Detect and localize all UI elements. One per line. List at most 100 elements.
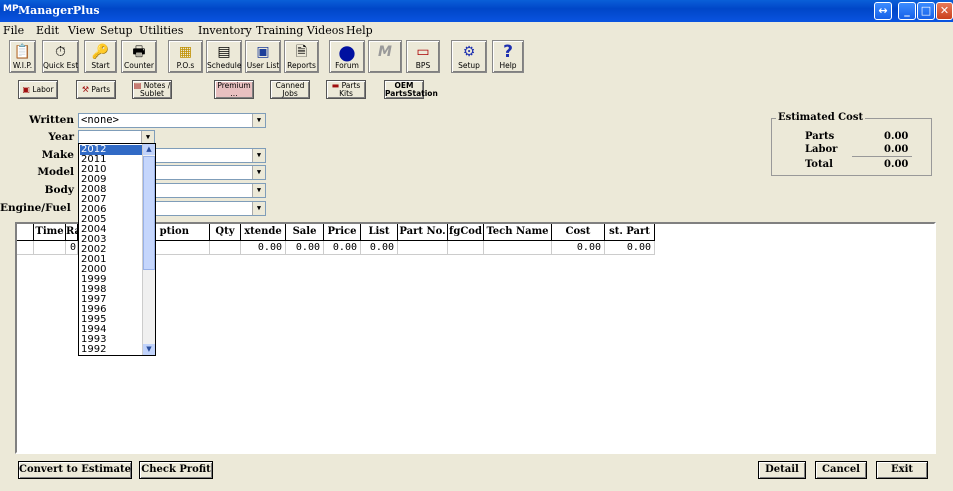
labor-cost-value: 0.00 (884, 144, 909, 155)
chevron-up-icon[interactable]: ▲ (143, 144, 155, 155)
convert-to-estimate-button[interactable]: Convert to Estimate (18, 461, 132, 479)
table-cell[interactable] (484, 241, 552, 255)
grid-header-est-part[interactable]: st. Part (605, 224, 655, 241)
cancel-button[interactable]: Cancel (815, 461, 867, 479)
mp-logo-button[interactable]: M (368, 40, 402, 73)
chevron-down-icon[interactable]: ▼ (252, 114, 265, 127)
grid-header-mfg-code[interactable]: fgCod (448, 224, 484, 241)
app-icon: MP (3, 4, 19, 14)
bps-button[interactable]: ▭ BPS (406, 40, 440, 73)
counter-icon: 🖶 (132, 44, 146, 60)
schedule-button[interactable]: ▤ Schedule (206, 40, 242, 73)
year-list-scrollbar[interactable]: ▲ ▼ (142, 144, 155, 355)
table-cell[interactable]: 0.00 (361, 241, 398, 255)
table-cell[interactable]: 0.00 (552, 241, 605, 255)
chevron-down-icon[interactable]: ▼ (252, 149, 265, 162)
chevron-down-icon[interactable]: ▼ (252, 202, 265, 215)
title-bar: MP ManagerPlus ↔ _ □ ✕ (0, 0, 953, 22)
user-list-button[interactable]: ▣ User List (245, 40, 281, 73)
quick-est-button[interactable]: ⏱ Quick Est (42, 40, 79, 73)
menu-training-videos[interactable]: Training Videos (256, 24, 344, 37)
written-select[interactable]: <none> ▼ (78, 113, 266, 128)
menu-bar: File Edit View Setup Utilities Inventory… (0, 22, 953, 39)
table-cell[interactable]: 0 (66, 241, 78, 255)
table-cell[interactable]: 0.00 (605, 241, 655, 255)
maximize-icon[interactable]: □ (917, 2, 935, 20)
table-cell[interactable] (210, 241, 241, 255)
year-label: Year (48, 131, 74, 143)
forum-button[interactable]: ● Forum (329, 40, 365, 73)
grid-header-tech-name[interactable]: Tech Name (484, 224, 552, 241)
gears-icon: ⚙ (462, 44, 476, 60)
table-cell[interactable] (34, 241, 66, 255)
grid-header-extended[interactable]: xtende (241, 224, 286, 241)
close-icon[interactable]: ✕ (936, 2, 953, 20)
model-label: Model (37, 166, 74, 178)
exit-button[interactable]: Exit (876, 461, 928, 479)
setup-button[interactable]: ⚙ Setup (451, 40, 487, 73)
table-cell[interactable]: 0.00 (286, 241, 324, 255)
menu-file[interactable]: File (3, 24, 24, 37)
menu-inventory[interactable]: Inventory (198, 24, 252, 37)
bps-icon: ▭ (416, 44, 430, 60)
reports-icon: 🗎 (295, 44, 308, 60)
pos-button[interactable]: ▦ P.O.s (168, 40, 203, 73)
grid-header-price[interactable]: Price (324, 224, 361, 241)
grid-header-sale[interactable]: Sale (286, 224, 324, 241)
labor-cost-label: Labor (805, 144, 838, 155)
table-cell[interactable] (448, 241, 484, 255)
engine-fuel-label: Engine/Fuel (0, 202, 71, 214)
menu-help[interactable]: Help (346, 24, 373, 37)
menu-setup[interactable]: Setup (100, 24, 133, 37)
total-cost-value: 0.00 (884, 159, 909, 170)
parts-kits-button[interactable]: ▬ Parts Kits (326, 80, 366, 99)
grid-header-part-no[interactable]: Part No. (398, 224, 448, 241)
parts-cost-value: 0.00 (884, 131, 909, 142)
premium-button[interactable]: Premium ... (214, 80, 254, 99)
chevron-down-icon[interactable]: ▼ (143, 344, 155, 355)
grid-header-list[interactable]: List (361, 224, 398, 241)
grid-header-time[interactable]: Time (34, 224, 66, 241)
canned-jobs-button[interactable]: Canned Jobs (270, 80, 310, 99)
detail-button[interactable]: Detail (758, 461, 806, 479)
user-list-icon: ▣ (256, 44, 270, 60)
table-cell[interactable]: 0.00 (324, 241, 361, 255)
mp-logo-icon: M (378, 44, 392, 60)
help-button[interactable]: ? Help (492, 40, 524, 73)
check-profit-button[interactable]: Check Profit (139, 461, 213, 479)
oem-partsstation-button[interactable]: OEM PartsStation (384, 80, 438, 99)
total-cost-label: Total (805, 159, 833, 170)
purchase-order-icon: ▦ (178, 44, 193, 60)
forum-globe-icon: ● (338, 40, 356, 64)
grid-header-cost[interactable]: Cost (552, 224, 605, 241)
grid-header-qty[interactable]: Qty (210, 224, 241, 241)
menu-utilities[interactable]: Utilities (139, 24, 183, 37)
notes-sublet-button[interactable]: ▤ Notes / Sublet (132, 80, 172, 99)
make-label: Make (41, 149, 74, 161)
restore-icon[interactable]: ↔ (874, 2, 892, 20)
wip-button[interactable]: 📋 W.I.P. (9, 40, 36, 73)
grid-header-rate[interactable]: Ra (66, 224, 78, 241)
grid-header-select[interactable] (17, 224, 34, 241)
scrollbar-thumb[interactable] (143, 156, 155, 270)
parts-button[interactable]: ⚒ Parts (76, 80, 116, 99)
body-label: Body (44, 184, 74, 196)
reports-button[interactable]: 🗎 Reports (284, 40, 319, 73)
menu-view[interactable]: View (68, 24, 95, 37)
clipboard-icon: 📋 (13, 44, 32, 60)
chevron-down-icon[interactable]: ▼ (252, 184, 265, 197)
minimize-icon[interactable]: _ (898, 2, 916, 20)
help-icon: ? (503, 42, 513, 62)
menu-edit[interactable]: Edit (36, 24, 59, 37)
counter-button[interactable]: 🖶 Counter (121, 40, 157, 73)
table-cell[interactable]: 0.00 (241, 241, 286, 255)
labor-button[interactable]: ▣ Labor (18, 80, 58, 99)
parts-cost-label: Parts (805, 131, 835, 142)
table-cell[interactable] (398, 241, 448, 255)
divider (852, 156, 912, 157)
year-dropdown-list[interactable]: 2012 2011 2010 2009 2008 2007 2006 2005 … (78, 143, 156, 356)
start-button[interactable]: 🔑 Start (84, 40, 117, 73)
chevron-down-icon[interactable]: ▼ (252, 166, 265, 179)
table-cell[interactable] (17, 241, 34, 255)
year-option-1992[interactable]: 1992 (80, 345, 142, 355)
